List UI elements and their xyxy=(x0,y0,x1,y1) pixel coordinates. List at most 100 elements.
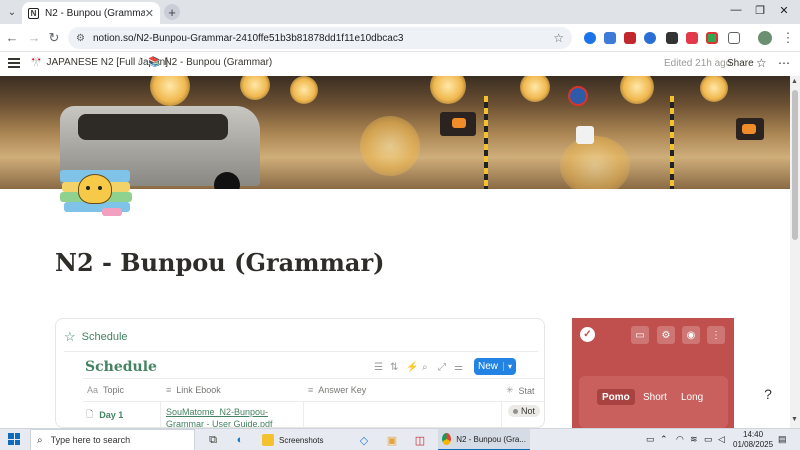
notifications-icon[interactable]: ▤ xyxy=(778,434,787,445)
tab-search-icon[interactable]: ⌄ xyxy=(4,4,20,20)
battery-icon[interactable]: ▭ xyxy=(704,434,713,445)
restore-button[interactable]: ❐ xyxy=(752,4,768,17)
column-header-label: Answer Key xyxy=(318,385,367,395)
windows-taskbar: ⌕ Type here to search ⧉ ◐ Screenshots ◇ … xyxy=(0,428,800,450)
page-icon-books-cat[interactable] xyxy=(58,160,134,220)
view-settings-icon[interactable]: ⚌ xyxy=(454,362,463,373)
network-icon[interactable]: ◠ xyxy=(676,434,684,445)
extension-pen-icon[interactable] xyxy=(604,32,616,44)
vertical-scrollbar[interactable]: ▲ ▼ xyxy=(790,76,800,428)
scrollbar-thumb[interactable] xyxy=(792,90,798,240)
chrome-icon xyxy=(442,433,452,445)
taskbar-app-chrome[interactable]: N2 - Bunpou (Gra... xyxy=(438,429,530,450)
expand-icon[interactable]: ⤢ xyxy=(438,362,446,373)
site-info-icon[interactable]: ⚙ xyxy=(76,33,85,44)
gear-icon[interactable]: ⚙ xyxy=(657,326,675,344)
mode-pomo[interactable]: Pomo xyxy=(597,389,635,405)
browser-toolbar: ← → ↻ ⚙ notion.so/N2-Bunpou-Grammar-2410… xyxy=(0,24,800,52)
column-header-status[interactable]: ✳ Stat xyxy=(506,385,535,396)
wifi-icon[interactable]: ≋ xyxy=(690,434,698,445)
reload-icon[interactable]: ↻ xyxy=(46,30,62,46)
text-property-icon: ≡ xyxy=(166,385,172,395)
table-row-link-ebook[interactable]: SouMatome_N2-Bunpou- Grammar - User Guid… xyxy=(166,406,300,427)
extension-grid-icon[interactable] xyxy=(686,32,698,44)
vscode-icon[interactable]: ◇ xyxy=(356,432,372,448)
column-header-label: Stat xyxy=(518,385,535,396)
status-label: Not xyxy=(521,406,536,416)
user-icon[interactable]: ◉ xyxy=(682,326,700,344)
bookmark-star-icon[interactable]: ☆ xyxy=(553,31,564,45)
extensions-puzzle-icon[interactable] xyxy=(728,32,740,44)
browser-tab[interactable]: N N2 - Bunpou (Grammar) ✕ xyxy=(22,2,160,24)
column-header-topic[interactable]: Aa Topic xyxy=(87,385,124,395)
edge-browser-icon[interactable]: ◐ xyxy=(232,432,248,448)
forward-arrow-icon[interactable]: → xyxy=(26,30,42,46)
chevron-down-icon[interactable]: ▾ xyxy=(503,362,516,371)
background-image-icon[interactable]: ▭ xyxy=(631,326,649,344)
column-header-answer-key[interactable]: ≡ Answer Key xyxy=(308,385,366,395)
address-bar[interactable]: ⚙ notion.so/N2-Bunpou-Grammar-2410ffe51b… xyxy=(68,27,572,49)
sidebar-menu-icon[interactable] xyxy=(8,58,20,68)
taskbar-app-label: Screenshots xyxy=(279,435,324,445)
tray-app-icon[interactable]: ▭ xyxy=(646,434,655,445)
scroll-down-arrow-icon[interactable]: ▼ xyxy=(791,416,798,423)
more-options-icon[interactable]: ⋯ xyxy=(778,56,790,70)
taskbar-search[interactable]: ⌕ Type here to search xyxy=(30,429,195,450)
table-row-topic[interactable]: 🗋 Day 1 xyxy=(86,407,123,423)
profile-avatar[interactable] xyxy=(758,31,772,45)
edited-timestamp: Edited 21h ago xyxy=(664,58,732,69)
books-icon: 📚 xyxy=(148,57,161,68)
favorite-star-icon[interactable]: ☆ xyxy=(756,56,767,70)
windows-start-icon[interactable] xyxy=(8,433,20,445)
url-text[interactable]: notion.so/N2-Bunpou-Grammar-2410ffe51b3b… xyxy=(93,33,553,44)
taskbar-clock[interactable]: 14:40 01/08/2025 xyxy=(733,430,773,450)
sort-icon[interactable]: ⇅ xyxy=(390,362,398,373)
database-view-title[interactable]: Schedule xyxy=(85,359,157,375)
search-icon[interactable]: ⌕ xyxy=(422,362,428,373)
volume-icon[interactable]: ◁ xyxy=(718,434,725,445)
close-window-button[interactable]: ✕ xyxy=(776,4,792,17)
chrome-menu-icon[interactable]: ⋮ xyxy=(780,30,796,46)
more-vertical-icon[interactable]: ⋮ xyxy=(707,326,725,344)
back-arrow-icon[interactable]: ← xyxy=(4,30,20,46)
task-view-icon[interactable]: ⧉ xyxy=(205,432,221,448)
breadcrumb-current[interactable]: 📚 N2 - Bunpou (Grammar) xyxy=(148,57,272,68)
tab-title: N2 - Bunpou (Grammar) xyxy=(45,7,145,19)
table-rule xyxy=(83,401,544,402)
divider xyxy=(64,351,538,352)
extension-blue-icon[interactable] xyxy=(644,32,656,44)
share-button[interactable]: Share xyxy=(727,58,754,69)
new-tab-button[interactable]: + xyxy=(164,4,180,20)
mode-short[interactable]: Short xyxy=(638,389,672,405)
page-title[interactable]: N2 - Bunpou (Grammar) xyxy=(55,248,384,277)
database-block-header[interactable]: ☆ Schedule xyxy=(64,329,128,345)
notion-topbar: 🎌 JAPANESE N2 [Full Japan] / 📚 N2 - Bunp… xyxy=(0,52,800,76)
extension-notion-icon[interactable] xyxy=(666,32,678,44)
text-property-icon: ≡ xyxy=(308,385,314,395)
status-property-icon: ✳ xyxy=(506,385,514,395)
scroll-up-arrow-icon[interactable]: ▲ xyxy=(791,78,798,85)
checkmark-icon[interactable]: ✓ xyxy=(580,327,595,342)
clock-time: 14:40 xyxy=(743,430,764,439)
taskbar-app-screenshots[interactable]: Screenshots xyxy=(258,429,327,450)
minimize-button[interactable]: — xyxy=(728,4,744,16)
status-dot xyxy=(513,408,518,414)
extension-red-icon[interactable] xyxy=(624,32,636,44)
search-icon: ⌕ xyxy=(37,434,43,446)
status-badge[interactable]: Not xyxy=(508,405,541,417)
title-property-icon: Aa xyxy=(87,385,99,395)
snipping-tool-icon[interactable]: ◫ xyxy=(412,432,428,448)
help-icon[interactable]: ? xyxy=(758,386,778,406)
column-header-link-ebook[interactable]: ≡ Link Ebook xyxy=(166,385,221,395)
extension-green-icon[interactable] xyxy=(706,32,718,44)
tab-close-icon[interactable]: ✕ xyxy=(145,7,154,20)
breadcrumb-separator: / xyxy=(138,56,142,68)
sublime-text-icon[interactable]: ▣ xyxy=(384,432,400,448)
automation-lightning-icon[interactable]: ⚡ xyxy=(406,362,418,373)
mode-long[interactable]: Long xyxy=(676,389,708,405)
tray-chevron-up-icon[interactable]: ⌃ xyxy=(660,434,668,445)
column-divider xyxy=(501,401,502,427)
new-entry-button[interactable]: New ▾ xyxy=(474,358,517,375)
extension-translate-icon[interactable] xyxy=(584,32,596,44)
filter-icon[interactable]: ☰ xyxy=(374,362,383,373)
